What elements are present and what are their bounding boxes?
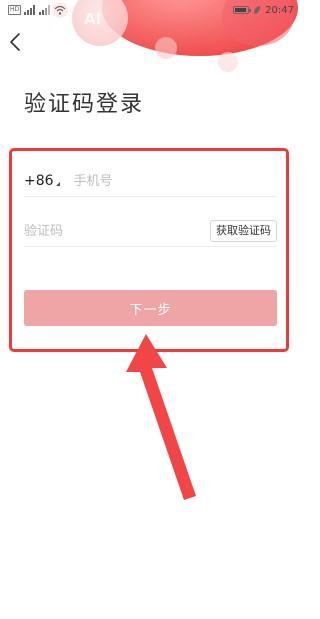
signal-icon [24, 5, 36, 15]
phone-row: +86 [24, 166, 277, 197]
get-code-button[interactable]: 获取验证码 [210, 220, 277, 242]
leaf-icon [254, 6, 261, 14]
back-button[interactable] [4, 30, 26, 54]
verification-code-input[interactable] [24, 223, 194, 239]
chevron-left-icon [10, 33, 20, 51]
page-title: 验证码登录 [24, 92, 145, 117]
phone-input[interactable] [73, 173, 244, 189]
next-button[interactable]: 下一步 [24, 290, 277, 326]
country-code-selector[interactable]: +86 [24, 173, 60, 189]
login-screen: AI HD 20:47 验证码登录 +86 手机号 验证码 获取验证码 下一步 [0, 0, 300, 619]
hd-badge: HD [8, 5, 22, 15]
status-left: HD [8, 4, 66, 16]
wifi-icon [54, 5, 66, 15]
code-row: 获取验证码 [24, 216, 277, 247]
status-time: 20:47 [265, 4, 294, 16]
battery-icon [233, 6, 252, 14]
country-code-label: +86 [24, 173, 54, 189]
status-right: 20:47 [233, 3, 294, 17]
signal-icon-secondary [39, 5, 51, 15]
caret-down-icon [55, 182, 60, 186]
status-bar: HD 20:47 [0, 0, 300, 20]
